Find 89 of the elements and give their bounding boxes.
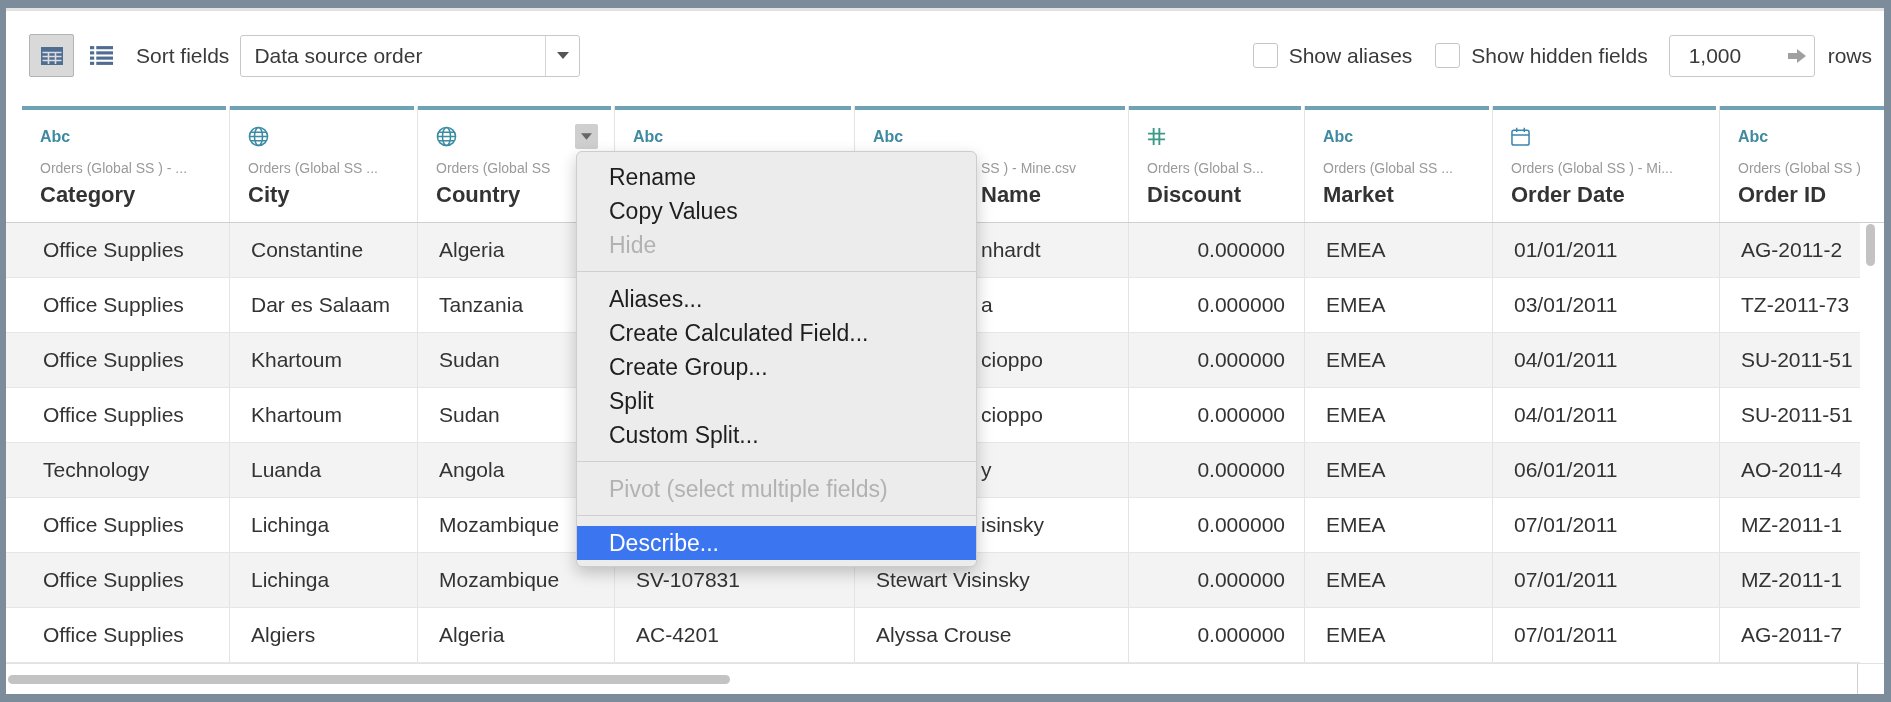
field-name: City (248, 182, 290, 208)
field-name: Name (981, 182, 1041, 208)
cell-text: EMEA (1326, 568, 1386, 592)
field-type-label: Abc (873, 127, 904, 146)
cell-text: 0.000000 (1197, 238, 1285, 262)
cell-text: cioppo (981, 403, 1043, 427)
cell-text: Office Supplies (43, 293, 184, 317)
field-name: Category (40, 182, 136, 208)
cell-text: Office Supplies (43, 513, 184, 537)
field-name: Country (436, 182, 521, 208)
field-source: Orders (Global SS ) (1738, 159, 1861, 177)
cell-text: Dar es Salaam (251, 293, 390, 317)
cell-text: Technology (43, 458, 150, 482)
field-source: Orders (Global S... (1147, 159, 1264, 177)
cell-text: 07/01/2011 (1514, 623, 1618, 647)
cell-text: EMEA (1326, 238, 1386, 262)
rows-label: rows (1827, 43, 1872, 68)
cell-text: cioppo (981, 348, 1043, 372)
cell-text: 0.000000 (1197, 403, 1285, 427)
cell-text: Angola (439, 458, 505, 482)
cell-text: Office Supplies (43, 403, 184, 427)
cell-text: Mozambique (439, 513, 560, 537)
field-source: Orders (Global SS (436, 159, 551, 177)
field-name: Order Date (1511, 182, 1625, 208)
cell-text: 0.000000 (1197, 568, 1285, 592)
cell-text: Lichinga (251, 568, 330, 592)
cell-text: Office Supplies (43, 623, 184, 647)
cell-text: EMEA (1326, 513, 1386, 537)
field-type-label: Abc (40, 127, 71, 146)
cell-text: EMEA (1326, 293, 1386, 317)
field-type-label: Abc (633, 127, 664, 146)
cell-text: SV-107831 (636, 568, 740, 592)
cell-text: 0.000000 (1197, 293, 1285, 317)
cell-text: AG-2011-2 (1741, 238, 1843, 262)
cell-text: 0.000000 (1197, 513, 1285, 537)
field-name: Order ID (1738, 182, 1827, 208)
sort-label: Sort fields (136, 43, 230, 68)
field-source: Orders (Global SS ... (248, 159, 378, 177)
cell-text: Stewart Visinsky (876, 568, 1030, 592)
cell-text: Algiers (251, 623, 316, 647)
cell-text: Luanda (251, 458, 322, 482)
cell-text: 0.000000 (1197, 623, 1285, 647)
cell-text: AO-2011-4 (1741, 458, 1843, 482)
field-source: Orders (Global SS ... (1323, 159, 1453, 177)
cell-text: Tanzania (439, 293, 524, 317)
cell-text: Khartoum (251, 403, 343, 427)
cell-text: EMEA (1326, 403, 1386, 427)
cell-text: 01/01/2011 (1514, 238, 1618, 262)
cell-text: 03/01/2011 (1514, 293, 1618, 317)
cell-text: MZ-2011-1 (1741, 568, 1843, 592)
cell-text: isinsky (981, 513, 1044, 537)
cell-text: Alyssa Crouse (876, 623, 1012, 647)
cell-text: Mozambique (439, 568, 560, 592)
cell-text: 07/01/2011 (1514, 568, 1618, 592)
cell-text: Sudan (439, 348, 500, 372)
cell-text: Office Supplies (43, 238, 184, 262)
cell-text: SU-2011-51 (1741, 403, 1853, 427)
field-name: Market (1323, 182, 1394, 208)
cell-text: MZ-2011-1 (1741, 513, 1843, 537)
cell-text: Sudan (439, 403, 500, 427)
cell-text: 0.000000 (1197, 458, 1285, 482)
cell-text: 06/01/2011 (1514, 458, 1618, 482)
cell-text: SU-2011-51 (1741, 348, 1853, 372)
cell-text: y (981, 458, 992, 482)
cell-text: nhardt (981, 238, 1041, 262)
cell-text: AG-2011-7 (1741, 623, 1843, 647)
cell-text: 04/01/2011 (1514, 403, 1618, 427)
cell-text: EMEA (1326, 348, 1386, 372)
field-name: Discount (1147, 182, 1242, 208)
cell-text: TZ-2011-73 (1741, 293, 1850, 317)
field-type-label: Abc (1738, 127, 1769, 146)
cell-text: a (981, 293, 993, 317)
cell-text: EMEA (1326, 458, 1386, 482)
field-type-label: Abc (1323, 127, 1354, 146)
cell-text: EMEA (1326, 623, 1386, 647)
cell-text: Algeria (439, 623, 505, 647)
field-source: Orders (Global SS ) - Mi... (1511, 159, 1673, 177)
field-source: Orders (Global SS ) - ... (40, 159, 188, 177)
cell-text: Office Supplies (43, 348, 184, 372)
cell-text: 07/01/2011 (1514, 513, 1618, 537)
field-source: SS ) - Mine.csv (981, 159, 1076, 177)
cell-text: 04/01/2011 (1514, 348, 1618, 372)
cell-text: Office Supplies (43, 568, 184, 592)
cell-text: 0.000000 (1197, 348, 1285, 372)
cell-text: AC-4201 (636, 623, 719, 647)
cell-text: Algeria (439, 238, 505, 262)
cell-text: Constantine (251, 238, 364, 262)
cell-text: Khartoum (251, 348, 343, 372)
cell-text: Lichinga (251, 513, 330, 537)
